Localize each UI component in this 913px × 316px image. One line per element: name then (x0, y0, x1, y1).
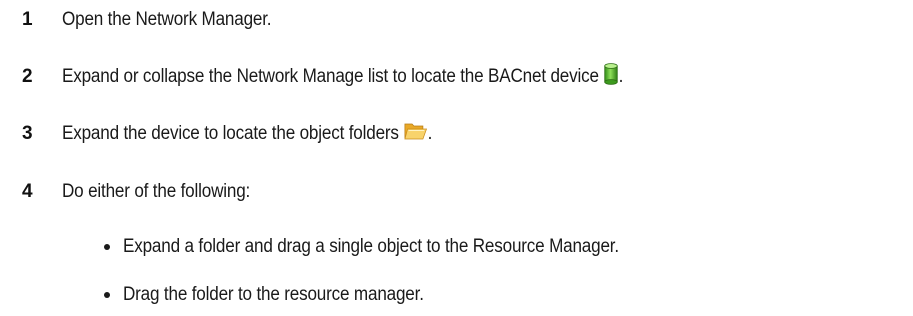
step-1: 1 Open the Network Manager. (22, 5, 295, 35)
procedure-steps: 1 Open the Network Manager. 2 Expand or … (0, 0, 913, 316)
step-number: 4 (22, 181, 33, 202)
step-4: 4 Do either of the following: (22, 177, 271, 207)
step-number: 2 (22, 66, 33, 87)
open-folder-icon (404, 121, 428, 147)
step-text: Expand or collapse the Network Manage li… (62, 63, 623, 91)
bullet-dot-icon (104, 244, 110, 250)
bullet-item: Expand a folder and drag a single object… (104, 232, 674, 262)
bullet-dot-icon (104, 292, 110, 298)
step-3: 3 Expand the device to locate the object… (22, 119, 473, 149)
step-2: 2 Expand or collapse the Network Manage … (22, 62, 686, 92)
bullet-text: Drag the folder to the resource manager. (123, 284, 424, 305)
device-cylinder-icon (604, 63, 619, 91)
step-text: Do either of the following: (62, 181, 251, 202)
step-number: 3 (22, 123, 33, 144)
step-text: Expand the device to locate the object f… (62, 121, 432, 147)
bullet-item: Drag the folder to the resource manager. (104, 280, 457, 310)
bullet-text: Expand a folder and drag a single object… (123, 236, 619, 257)
step-text: Open the Network Manager. (62, 9, 272, 30)
step-number: 1 (22, 9, 33, 30)
